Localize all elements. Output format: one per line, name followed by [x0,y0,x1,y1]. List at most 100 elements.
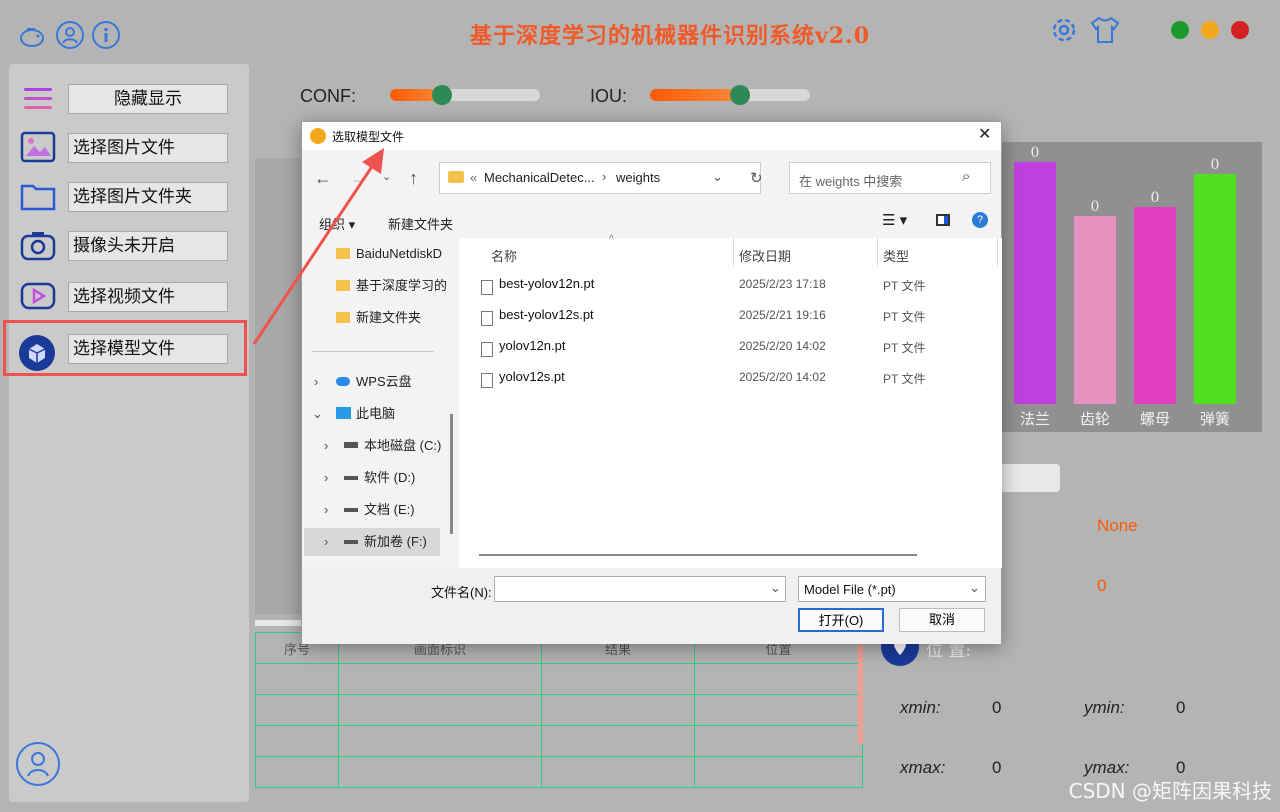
close-icon[interactable]: ✕ [978,124,991,144]
iou-label: IOU: [590,86,628,106]
xmin-value: 0 [992,698,1002,717]
file-date: 2025/2/21 19:16 [739,308,826,322]
account-icon[interactable] [16,742,60,786]
address-bar[interactable]: « MechanicalDetec... › weights ⌄ ↻ [439,162,763,194]
file-date: 2025/2/20 14:02 [739,370,826,384]
watermark: CSDN @矩阵因果科技 [1068,779,1272,803]
user-icon[interactable] [56,21,84,49]
chevron-down-icon[interactable]: ⌄ [712,169,723,185]
tshirt-icon[interactable] [1089,15,1121,49]
chevron-right-icon[interactable]: › [324,464,328,492]
table-row[interactable] [255,663,863,695]
maximize-dot[interactable] [1171,21,1189,39]
col-name[interactable]: 名称 [491,246,517,265]
sidebar [9,64,249,802]
table-scrollbar[interactable] [858,632,863,744]
minimize-dot[interactable] [1201,21,1219,39]
breadcrumb-separator-icon: › [602,169,607,184]
tree-item[interactable]: ⌄ 此电脑 [304,400,452,428]
chevron-right-icon[interactable]: › [324,432,328,460]
file-list: 名称 ^ 修改日期 类型 best-yolov12n.pt 2025/2/23 … [459,234,1002,568]
col-type[interactable]: 类型 [883,246,909,265]
file-icon [481,342,493,357]
file-row[interactable]: yolov12n.pt 2025/2/20 14:02 PT 文件 [459,338,1002,369]
file-name: best-yolov12s.pt [499,307,594,322]
cancel-button[interactable]: 取消 [899,608,985,632]
iou-slider[interactable] [650,85,810,105]
table-row[interactable] [255,756,863,788]
col-date[interactable]: 修改日期 [739,246,791,265]
iou-slider-handle[interactable] [730,85,750,105]
select-folder-button[interactable]: 选择图片文件夹 [68,182,228,212]
file-row[interactable]: yolov12s.pt 2025/2/20 14:02 PT 文件 [459,369,1002,400]
conf-slider-handle[interactable] [432,85,452,105]
select-image-button[interactable]: 选择图片文件 [68,133,228,163]
chevron-right-icon[interactable]: › [314,368,318,396]
chart-value-label-2: 0 [1151,190,1160,206]
drive-icon [344,442,358,448]
ymin-value: 0 [1176,698,1186,717]
conf-slider[interactable] [390,85,540,105]
tree-item[interactable]: › 软件 (D:) [304,464,452,492]
file-type: PT 文件 [883,279,926,293]
close-dot[interactable] [1231,21,1249,39]
refresh-icon[interactable]: ↻ [750,169,763,187]
search-input[interactable]: 在 weights 中搜索 ⌕ [789,162,991,194]
search-icon[interactable]: ⌕ [962,168,970,185]
preview-pane-icon[interactable] [936,214,950,226]
file-row[interactable]: best-yolov12n.pt 2025/2/23 17:18 PT 文件 [459,276,1002,307]
file-row[interactable]: best-yolov12s.pt 2025/2/21 19:16 PT 文件 [459,307,1002,338]
drive-icon [344,476,358,480]
horizontal-scrollbar[interactable] [479,554,917,556]
help-icon[interactable]: ? [972,212,988,228]
info-icon[interactable] [92,21,120,49]
filename-input[interactable] [494,576,786,602]
tree-label: 此电脑 [356,406,396,421]
open-button[interactable]: 打开(O) [798,608,884,632]
file-type: PT 文件 [883,372,926,386]
camera-button[interactable]: 摄像头未开启 [68,231,228,261]
column-divider[interactable] [877,238,878,266]
file-dialog: 选取模型文件 ✕ ← → ⌄ ↑ « MechanicalDetec... › … [301,121,1002,644]
hamburger-icon[interactable] [24,86,52,116]
toggle-display-button[interactable]: 隐藏显示 [68,84,228,114]
chevron-right-icon[interactable]: › [324,496,328,524]
up-icon[interactable]: ↑ [409,168,418,189]
chevron-down-icon[interactable]: ⌄ [770,580,781,596]
result-select[interactable] [1000,464,1060,492]
piggy-bank-icon[interactable] [18,22,46,50]
chevron-right-icon[interactable]: › [324,528,328,556]
file-date: 2025/2/23 17:18 [739,277,826,291]
file-type-select[interactable]: Model File (*.pt) ⌄ [798,576,986,602]
tree-item[interactable]: › 文档 (E:) [304,496,452,524]
chart-value-label-0: 0 [1031,145,1040,161]
tree-label: 文档 (E:) [364,502,415,517]
video-icon [20,280,56,312]
view-menu-icon[interactable]: ☰ ▾ [882,211,907,229]
chart-category-label-0: 法兰 [1020,410,1050,428]
file-icon [481,311,493,326]
file-icon [481,373,493,388]
drive-icon [344,540,358,544]
iou-slider-fill [650,89,740,101]
column-divider[interactable] [733,238,734,266]
drive-icon [344,508,358,512]
chart-bar-0 [1014,162,1056,404]
breadcrumb-current[interactable]: weights [616,170,660,185]
tree-item[interactable]: › WPS云盘 [304,368,452,396]
file-name: yolov12s.pt [499,369,565,384]
chevron-down-icon[interactable]: ⌄ [312,400,323,428]
tree-scrollbar[interactable] [450,414,453,534]
conf-label: CONF: [300,86,356,106]
chart-bar-2 [1134,207,1176,404]
breadcrumb-parent[interactable]: MechanicalDetec... [484,170,595,185]
table-row[interactable] [255,725,863,757]
chart-category-label-1: 齿轮 [1080,410,1110,428]
select-video-button[interactable]: 选择视频文件 [68,282,228,312]
gear-icon[interactable] [1049,15,1079,49]
tree-item-selected[interactable]: › 新加卷 (F:) [304,528,440,556]
tree-item[interactable]: › 本地磁盘 (C:) [304,432,452,460]
highlight-box [3,320,247,376]
column-divider[interactable] [997,238,998,266]
table-row[interactable] [255,694,863,726]
